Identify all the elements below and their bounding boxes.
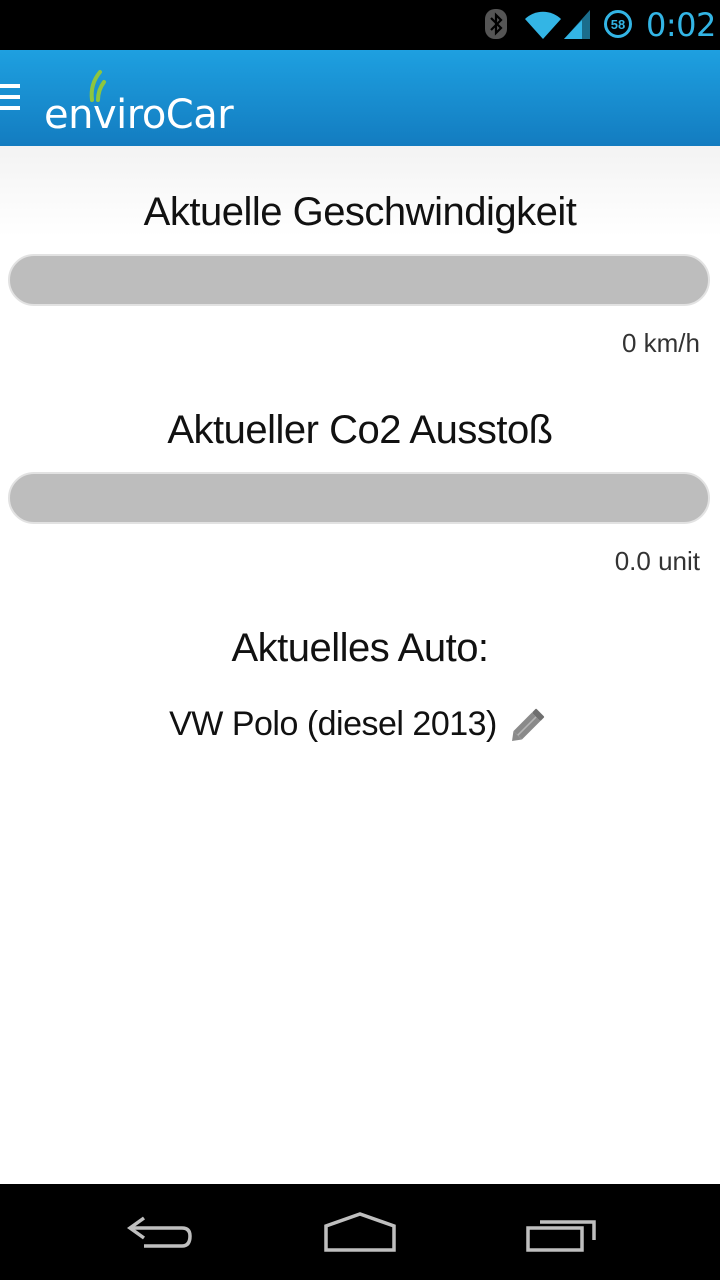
current-car-row[interactable]: VW Polo (diesel 2013) xyxy=(0,702,720,746)
pencil-icon[interactable] xyxy=(507,702,551,746)
home-icon[interactable] xyxy=(320,1212,400,1254)
battery-level: 58 xyxy=(610,16,626,32)
bluetooth-icon xyxy=(485,9,507,39)
car-name: VW Polo (diesel 2013) xyxy=(169,704,497,743)
wifi-icon xyxy=(525,11,561,40)
main-content: Aktuelle Geschwindigkeit 0 km/h Aktuelle… xyxy=(0,146,720,1184)
speed-heading: Aktuelle Geschwindigkeit xyxy=(143,190,577,234)
battery-icon: 58 xyxy=(604,10,632,38)
app-logo[interactable]: enviroCar xyxy=(44,92,234,138)
status-clock: 0:02 xyxy=(646,6,716,44)
recent-apps-icon[interactable] xyxy=(524,1212,600,1254)
co2-progress-bar xyxy=(8,472,710,524)
co2-value: 0.0 unit xyxy=(614,546,700,576)
cell-signal-icon xyxy=(564,10,590,39)
car-heading: Aktuelles Auto: xyxy=(231,626,489,670)
speed-value: 0 km/h xyxy=(621,328,700,358)
back-icon[interactable] xyxy=(124,1212,196,1252)
navigation-bar xyxy=(0,1184,720,1280)
hamburger-menu-icon[interactable] xyxy=(0,84,20,112)
speed-progress-bar xyxy=(8,254,710,306)
status-bar: 58 0:02 xyxy=(0,0,720,50)
action-bar: enviroCar xyxy=(0,50,720,146)
co2-heading: Aktueller Co2 Ausstoß xyxy=(167,408,553,452)
